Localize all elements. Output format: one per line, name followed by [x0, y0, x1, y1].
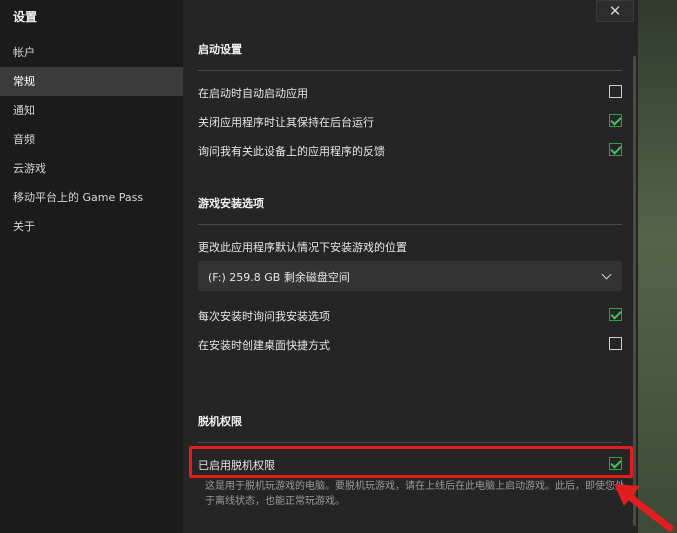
offline-section-title: 脱机权限	[198, 415, 242, 428]
close-button[interactable]: ✕	[596, 0, 634, 22]
divider	[198, 70, 622, 71]
settings-sidebar: 设置 帐户 常规 通知 音频 云游戏 移动平台上的 Game Pass 关于	[0, 0, 183, 533]
auto-start-checkbox[interactable]	[609, 85, 622, 98]
sidebar-title: 设置	[13, 10, 38, 24]
ask-install-options-checkbox[interactable]	[609, 308, 622, 321]
auto-start-label: 在启动时自动启动应用	[198, 87, 308, 100]
chevron-down-icon	[601, 269, 612, 280]
ask-install-options-label: 每次安装时询问我安装选项	[198, 310, 330, 323]
sidebar-item-audio[interactable]: 音频	[0, 125, 183, 154]
desktop-shortcut-label: 在安装时创建桌面快捷方式	[198, 339, 330, 352]
install-location-label: 更改此应用程序默认情况下安装游戏的位置	[198, 241, 407, 254]
offline-permission-label: 已启用脱机权限	[198, 459, 275, 472]
offline-permission-checkbox[interactable]	[609, 457, 622, 470]
dropdown-selected-value: (F:) 259.8 GB 剩余磁盘空间	[208, 271, 350, 284]
sidebar-item-notifications[interactable]: 通知	[0, 96, 183, 125]
install-location-dropdown[interactable]: (F:) 259.8 GB 剩余磁盘空间	[198, 261, 622, 291]
feedback-label: 询问我有关此设备上的应用程序的反馈	[198, 145, 385, 158]
offline-description: 这是用于脱机玩游戏的电脑。要脱机玩游戏，请在上线后在此电脑上启动游戏。此后，即使…	[205, 481, 625, 507]
divider	[198, 442, 622, 443]
keep-background-label: 关闭应用程序时让其保持在后台运行	[198, 116, 374, 129]
sidebar-item-general[interactable]: 常规	[0, 67, 183, 96]
startup-section-title: 启动设置	[198, 43, 242, 56]
red-arrow-annotation-icon	[614, 484, 674, 532]
sidebar-item-account[interactable]: 帐户	[0, 38, 183, 67]
background-app-edge	[638, 0, 677, 533]
sidebar-item-cloud-gaming[interactable]: 云游戏	[0, 154, 183, 183]
divider	[198, 224, 622, 225]
sidebar-item-about[interactable]: 关于	[0, 212, 183, 241]
keep-background-checkbox[interactable]	[609, 114, 622, 127]
scrollbar[interactable]	[633, 56, 636, 526]
install-section-title: 游戏安装选项	[198, 197, 264, 210]
feedback-checkbox[interactable]	[609, 143, 622, 156]
desktop-shortcut-checkbox[interactable]	[609, 337, 622, 350]
sidebar-item-game-pass-mobile[interactable]: 移动平台上的 Game Pass	[0, 183, 183, 212]
